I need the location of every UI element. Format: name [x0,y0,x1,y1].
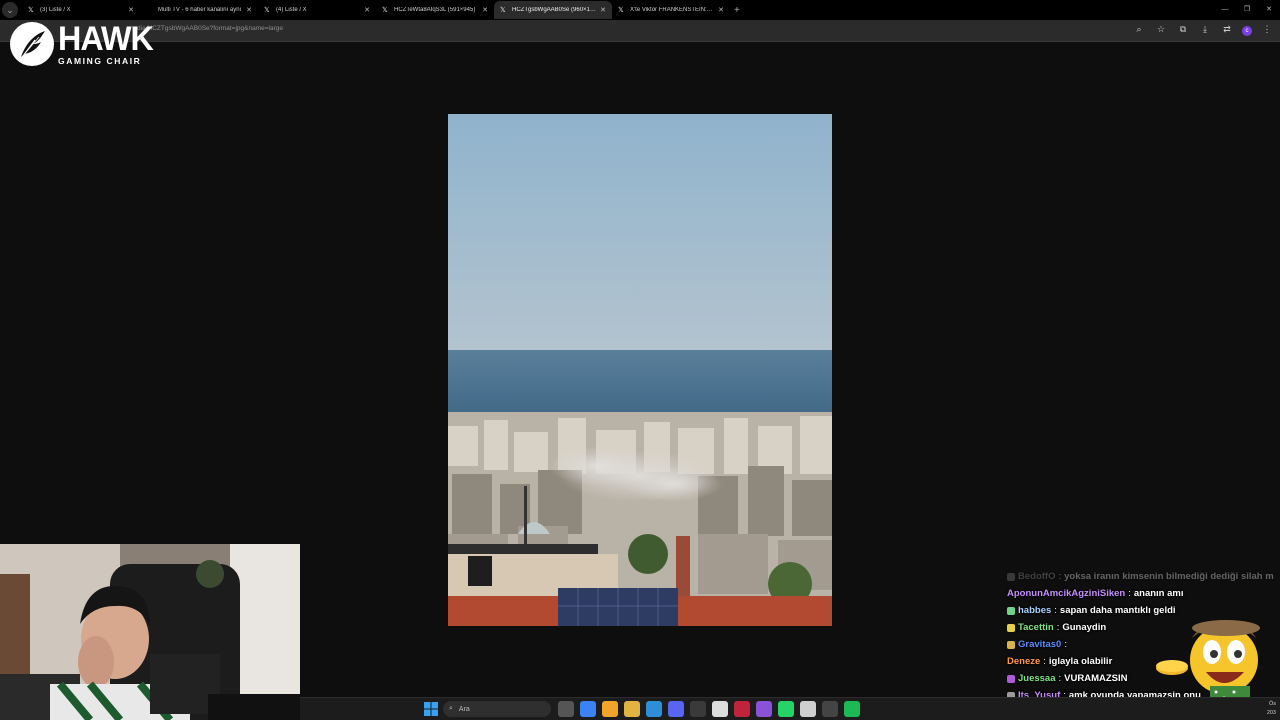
streamer-webcam [0,544,300,720]
chat-username[interactable]: AponunAmcikAgziniSiken [1007,585,1125,602]
chat-text: VURAMAZSIN [1064,673,1128,684]
chat-username[interactable]: habbes [1018,602,1051,619]
tab-image-591[interactable]: 𝕏 HCZTeWta8AIqS3L (591×945) ✕ [376,1,494,19]
taskbar-apps [558,701,860,717]
x-logo-icon: 𝕏 [264,7,270,14]
chat-separator: : [1043,656,1046,667]
close-icon[interactable]: ✕ [482,6,488,14]
tray-time: Ös [1268,701,1276,707]
windows-taskbar: ⌕ Ara Ös 203 [300,697,1280,720]
chat-separator: : [1058,571,1062,582]
profile-avatar-icon[interactable]: c [1242,26,1252,36]
chat-separator: : [1056,622,1060,633]
chat-separator: : [1128,588,1131,599]
tab-title: (3) Liste / X [40,7,71,13]
bookmark-star-icon[interactable]: ☆ [1154,24,1168,36]
chat-text: Gunaydin [1062,622,1107,633]
tab-viktor-frankenstein[interactable]: 𝕏 X'te Viktor FRANKENSTEIN: "@ ✕ [612,1,730,19]
task-view-icon[interactable] [558,701,574,717]
browser-tab-strip: ⌄ 𝕏 (3) Liste / X ✕ Multi TV - 6 haber k… [0,0,1280,20]
system-tray[interactable]: Ös 203 [1267,700,1276,718]
chat-text: yoksa iranın kimsenin bilmediği dediği s… [1064,571,1274,582]
chat-message: AponunAmcikAgziniSiken: ananın amı [1007,585,1280,602]
tab-title: HCZTeWta8AIqS3L (591×945) [394,7,476,13]
hawk-feather-icon [10,22,54,66]
chat-username[interactable]: Gravitas0 [1018,636,1061,653]
tab-title: Multi TV - 6 haber kanalını aynı [158,7,242,13]
chat-username[interactable]: BedoffO [1018,568,1055,585]
chat-badge-icon [1007,640,1015,649]
taskbar-search[interactable]: ⌕ Ara [443,701,551,717]
x-logo-icon: 𝕏 [382,7,388,14]
restore-icon[interactable]: ❐ [1236,0,1258,20]
x-logo-icon: 𝕏 [500,7,506,14]
new-tab-button[interactable]: + [734,5,740,16]
steam-icon[interactable] [690,701,706,717]
window-controls: — ❐ ✕ [1214,0,1280,20]
translate-icon[interactable]: ⇄ [1220,24,1234,36]
obs-icon[interactable] [712,701,728,717]
chat-text: iglayla olabilir [1048,656,1113,667]
viewed-photo [448,114,832,626]
chat-message: BedoffO: yoksa iranın kimsenin bilmediği … [1007,568,1280,585]
menu-kebab-icon[interactable]: ⋮ [1260,24,1274,36]
close-icon[interactable]: ✕ [718,6,724,14]
tab-title: (4) Liste / X [276,7,307,13]
extensions-icon[interactable]: ⧉ [1176,24,1190,36]
tab-title: HCZTgsbWgAAB0Se (960×128 [512,7,597,13]
window-close-icon[interactable]: ✕ [1258,0,1280,20]
logo-title: HAWK [58,19,154,58]
tab-multi-tv[interactable]: Multi TV - 6 haber kanalını aynı ✕ [140,1,258,19]
screen: ⌄ 𝕏 (3) Liste / X ✕ Multi TV - 6 haber k… [0,0,1280,720]
chat-separator: : [1064,639,1067,650]
close-icon[interactable]: ✕ [600,6,606,14]
chat-separator: : [1058,673,1062,684]
tab-image-960-active[interactable]: 𝕏 HCZTgsbWgAAB0Se (960×128 ✕ [494,1,612,19]
x-logo-icon: 𝕏 [618,7,624,14]
tray-date: 203 [1266,710,1276,716]
chrome-alt-icon[interactable] [800,701,816,717]
search-icon: ⌕ [449,705,453,712]
browser-toolbar: media/HCZTgsbWgAAB0Se?format=jpg&name=la… [0,20,1280,42]
zoom-icon[interactable]: ⌕ [1132,24,1146,36]
file-explorer-icon[interactable] [624,701,640,717]
minimize-icon[interactable]: — [1214,0,1236,20]
windows-start-icon[interactable] [424,702,438,716]
tab-title: X'te Viktor FRANKENSTEIN: "@ [630,7,715,13]
app-red-icon[interactable] [734,701,750,717]
chat-username[interactable]: Deneze [1007,653,1040,670]
app-gray-icon[interactable] [822,701,838,717]
close-icon[interactable]: ✕ [246,6,252,14]
close-icon[interactable]: ✕ [364,6,370,14]
discord-icon[interactable] [668,701,684,717]
twitch-icon[interactable] [756,701,772,717]
chat-separator: : [1054,605,1057,616]
spotify-icon[interactable] [844,701,860,717]
close-icon[interactable]: ✕ [128,6,134,14]
taskbar-search-placeholder: Ara [458,705,470,713]
whatsapp-icon[interactable] [778,701,794,717]
chat-text: ananın amı [1133,588,1184,599]
toolbar-icons: ⌕ ☆ ⧉ ⤓ ⇄ c ⋮ [1132,24,1274,36]
chat-badge-icon [1007,623,1015,632]
copilot-icon[interactable] [580,701,596,717]
chrome-icon[interactable] [602,701,618,717]
edge-icon[interactable] [646,701,662,717]
tab-liste-2[interactable]: 𝕏 (4) Liste / X ✕ [258,1,376,19]
tab-search-chevron-icon[interactable]: ⌄ [2,2,18,18]
chat-badge-icon [1007,674,1015,683]
tab-liste-1[interactable]: 𝕏 (3) Liste / X ✕ [22,1,140,19]
chat-username[interactable]: Juessaa [1018,670,1056,687]
chat-badge-icon [1007,606,1015,615]
download-icon[interactable]: ⤓ [1198,24,1212,36]
chat-badge-icon [1007,572,1015,581]
x-logo-icon: 𝕏 [28,7,34,14]
chat-username[interactable]: Tacettin [1018,619,1054,636]
hawk-logo: HAWK GAMING CHAIR [10,22,158,66]
